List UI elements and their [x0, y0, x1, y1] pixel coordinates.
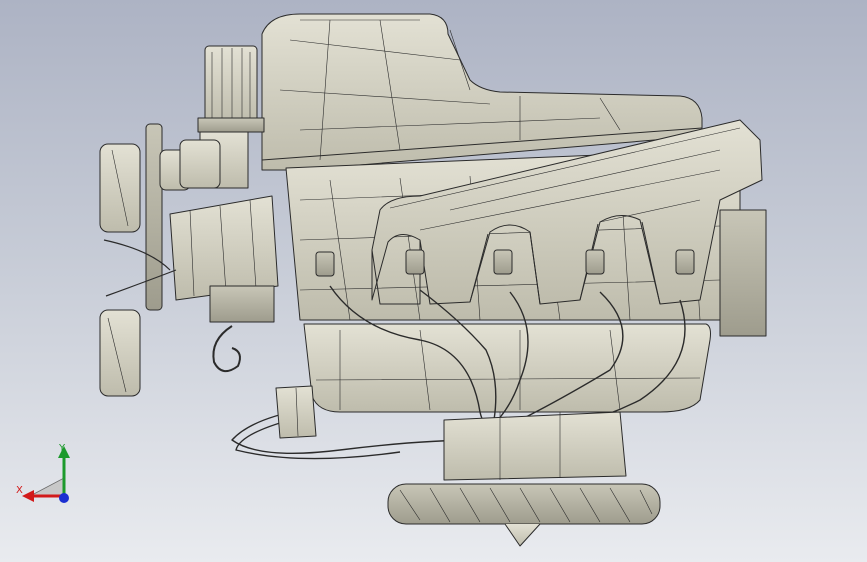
z-axis-dot	[59, 493, 69, 503]
x-axis-label: X	[16, 485, 23, 496]
coordinate-triad: X Y	[10, 436, 80, 512]
oil-pan	[303, 323, 711, 413]
starter-motor	[275, 385, 317, 439]
hook	[212, 325, 241, 373]
y-axis-label: Y	[59, 443, 66, 454]
alternator	[169, 195, 279, 323]
flywheel	[387, 483, 661, 547]
engine-model[interactable]	[0, 0, 867, 562]
flywheel-housing	[443, 411, 627, 481]
graphics-viewport[interactable]: X Y	[0, 0, 867, 562]
